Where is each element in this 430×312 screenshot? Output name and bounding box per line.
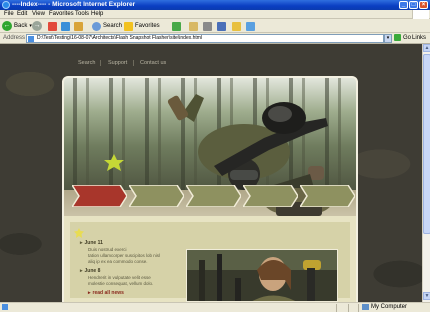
hero-image — [62, 76, 358, 232]
scroll-down-button[interactable]: ▼ — [423, 292, 430, 300]
home-button[interactable] — [74, 21, 85, 31]
history-icon — [172, 21, 181, 31]
status-divider — [348, 304, 349, 312]
history-button[interactable] — [172, 21, 183, 31]
back-arrow-icon: ← — [2, 21, 12, 31]
tab-2[interactable] — [129, 185, 184, 207]
refresh-icon — [61, 21, 70, 31]
player-photo-illustration — [187, 250, 337, 301]
home-icon — [74, 21, 83, 31]
page-icon — [2, 304, 8, 310]
print-icon — [203, 21, 212, 31]
star-icon — [124, 21, 133, 31]
messenger-button[interactable] — [246, 21, 257, 31]
paint-splat-icon — [104, 154, 124, 171]
stop-icon — [48, 21, 57, 31]
news-text: molestie consequat, vellum dolo. — [88, 281, 154, 286]
paint-splat-icon — [74, 228, 84, 238]
edit-icon — [217, 21, 226, 31]
news-text: aliq ip ex ea commodo conse. — [88, 259, 148, 264]
nav-search[interactable]: Search — [78, 60, 95, 66]
messenger-icon — [246, 21, 255, 31]
links-button[interactable]: Links — [412, 35, 426, 41]
go-arrow-icon — [394, 34, 401, 41]
menu-edit[interactable]: Edit — [17, 11, 27, 17]
folder-icon — [232, 21, 241, 31]
window-title: ----Index---- - Microsoft Internet Explo… — [12, 1, 136, 8]
go-button[interactable]: Go — [394, 34, 411, 41]
menu-view[interactable]: View — [32, 11, 45, 17]
status-divider — [358, 304, 359, 312]
forward-button[interactable]: → — [32, 21, 44, 31]
title-bar: ----Index---- - Microsoft Internet Explo… — [0, 0, 430, 10]
news-date: June 11 — [80, 240, 103, 246]
mail-button[interactable] — [189, 21, 200, 31]
close-button[interactable]: × — [419, 1, 428, 9]
address-label: Address — [3, 35, 26, 41]
news-date: June 8 — [80, 268, 101, 274]
tab-5[interactable] — [300, 185, 355, 207]
computer-icon — [362, 304, 369, 310]
search-button[interactable]: Search — [92, 21, 122, 31]
paintball-player-illustration — [104, 94, 332, 216]
print-button[interactable] — [203, 21, 214, 31]
address-dropdown-button[interactable]: ▾ — [384, 34, 392, 43]
discuss-button[interactable] — [232, 21, 243, 31]
address-bar: Address D:\Test\Testing\16-08-07\Archite… — [0, 33, 430, 44]
tab-4[interactable] — [243, 185, 298, 207]
status-bar: My Computer — [0, 302, 430, 312]
status-page-indicator — [2, 304, 10, 310]
news-text: Duis nostrud exerci — [88, 247, 127, 252]
toolbar: ← Back ▾ → Search Favorites — [0, 19, 430, 33]
page-icon — [28, 36, 34, 42]
status-zone: My Computer — [362, 304, 407, 310]
menu-bar: File Edit View Favorites Tools Help — [0, 10, 430, 19]
edit-button[interactable] — [217, 21, 228, 31]
nav-divider — [100, 60, 101, 66]
forward-arrow-icon: → — [32, 21, 42, 31]
nav-contact[interactable]: Contact us — [140, 60, 166, 66]
stop-button[interactable] — [48, 21, 59, 31]
nav-support[interactable]: Support — [108, 60, 127, 66]
menu-favorites[interactable]: Favorites — [49, 11, 74, 17]
refresh-button[interactable] — [61, 21, 72, 31]
address-input[interactable]: D:\Test\Testing\16-08-07\Architects\Flas… — [26, 34, 384, 43]
search-icon — [92, 21, 101, 31]
player-photo — [186, 249, 338, 302]
ie-icon — [2, 1, 10, 9]
tab-1[interactable] — [72, 185, 127, 207]
read-all-news-link[interactable]: read all news — [88, 290, 124, 296]
menu-tools[interactable]: Tools — [75, 11, 89, 17]
status-divider — [336, 304, 337, 312]
nav-divider — [133, 60, 134, 66]
menu-help[interactable]: Help — [91, 11, 103, 17]
news-text: tation ullamcorper suscipitos lob nisl — [88, 253, 161, 258]
vertical-scrollbar[interactable]: ▲ ▼ — [422, 44, 430, 302]
scroll-thumb[interactable] — [423, 54, 430, 234]
minimize-button[interactable]: _ — [399, 1, 408, 9]
scroll-up-button[interactable]: ▲ — [423, 44, 430, 52]
mail-icon — [189, 21, 198, 31]
news-text: Hendrerit in vulputate velit esse — [88, 275, 151, 280]
menu-file[interactable]: File — [4, 11, 14, 17]
favorites-button[interactable]: Favorites — [124, 21, 160, 31]
maximize-button[interactable]: □ — [409, 1, 418, 9]
tab-3[interactable] — [186, 185, 241, 207]
back-button[interactable]: ← Back ▾ — [2, 21, 32, 31]
windows-logo-icon — [412, 10, 429, 19]
page-viewport: Search Support Contact us ▸ June 11 Duis… — [0, 44, 422, 302]
